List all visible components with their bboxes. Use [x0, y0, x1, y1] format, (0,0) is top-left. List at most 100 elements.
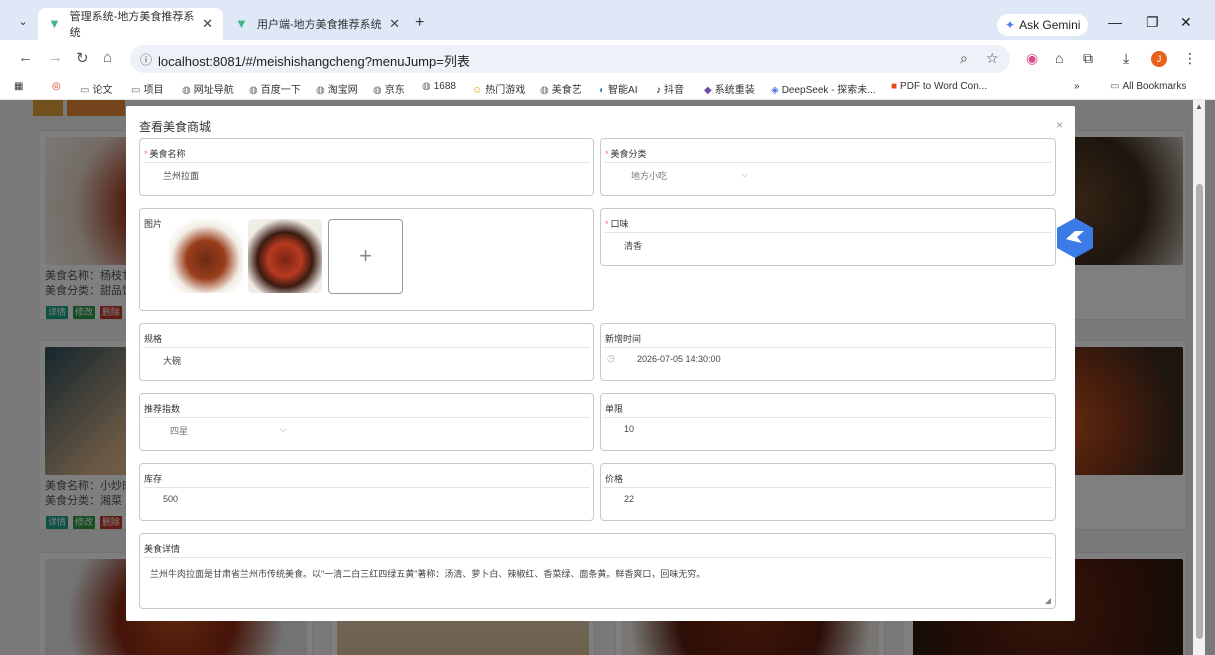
bookmark-item[interactable]: ◍ 1688 [422, 81, 456, 92]
chevron-down-icon[interactable]: ⌵ [280, 424, 287, 435]
menu-icon[interactable]: ⋮ [1183, 50, 1197, 67]
system-icon: ◆ [704, 85, 712, 96]
required-mark: * [144, 149, 148, 159]
bookmark-item[interactable]: ☺ 热门游戏 [472, 81, 525, 96]
added-time-input[interactable]: 2026-07-05 14:30:00 [637, 354, 721, 364]
food-category-field: * 美食分类 地方小吃 ⌵ [600, 138, 1056, 196]
bookmark-item[interactable]: ▭ 论文 [80, 81, 112, 96]
field-divider [604, 162, 1052, 163]
globe-icon: ◍ [182, 85, 191, 96]
food-thumbnail[interactable] [248, 219, 322, 293]
profile-avatar[interactable]: J [1151, 51, 1167, 67]
resize-handle-icon[interactable]: ◢ [1045, 596, 1051, 605]
bookmark-item[interactable]: ◍ 百度一下 [249, 81, 301, 96]
field-divider [143, 557, 1052, 558]
food-thumbnail[interactable] [169, 219, 243, 293]
pdf-icon: ■ [891, 81, 898, 92]
bookmark-label: 论文 [92, 85, 113, 96]
food-detail-field: 美食详情 兰州牛肉拉面是甘肃省兰州市传统美食。以"一清二白三红四绿五黄"著称：汤… [139, 533, 1056, 609]
upload-add-icon[interactable]: + [328, 219, 403, 294]
taste-field: * 口味 清香 [600, 208, 1056, 266]
bookmark-item[interactable]: ▭ 项目 [131, 81, 163, 96]
gemini-icon: ✦ [1005, 18, 1016, 32]
url-text[interactable]: localhost:8081/#/meishishangcheng?menuJu… [158, 51, 470, 70]
extension-icon[interactable]: ◉ [1026, 50, 1038, 67]
spec-input[interactable]: 大碗 [163, 354, 181, 367]
scroll-up-arrow[interactable]: ▲ [1195, 102, 1203, 111]
field-label: 美食详情 [144, 544, 181, 554]
bookmark-label: 系统重装 [714, 85, 755, 96]
bookmark-item[interactable]: ◈ DeepSeek - 探索未... [771, 81, 876, 96]
food-name-field: * 美食名称 兰州拉面 [139, 138, 594, 196]
field-label: * 口味 [605, 217, 629, 230]
limit-input[interactable]: 10 [624, 424, 634, 434]
field-label: 库存 [144, 474, 163, 484]
game-icon: ☺ [472, 85, 483, 96]
window-close-button[interactable]: ✕ [1180, 14, 1192, 31]
field-label: 单限 [605, 404, 624, 414]
clock-icon: ◷ [607, 353, 615, 363]
floating-assistant-icon[interactable] [1055, 217, 1095, 259]
taste-input[interactable]: 清香 [624, 239, 642, 252]
weibo-icon[interactable]: ◎ [52, 81, 61, 92]
minimize-button[interactable]: — [1108, 14, 1122, 30]
globe-icon: ◍ [316, 85, 325, 96]
bookmark-item[interactable]: ◆ 系统重装 [704, 81, 755, 96]
dialog-close-button[interactable]: × [1056, 118, 1063, 132]
extensions-puzzle-icon[interactable]: ⧉ [1083, 50, 1093, 67]
bookmark-item[interactable]: ◍ 京东 [373, 81, 405, 96]
field-divider [143, 417, 590, 418]
bookmark-item[interactable]: ◍ 网址导航 [182, 81, 234, 96]
download-icon[interactable]: ⤓ [1123, 50, 1129, 67]
apps-icon[interactable]: ▦ [14, 81, 23, 92]
ask-gemini-label: Ask Gemini [1019, 18, 1081, 32]
bookmark-item[interactable]: ♪ 抖音 [656, 81, 684, 96]
stock-input[interactable]: 500 [163, 494, 178, 504]
tab-title: 用户端-地方美食推荐系统 [257, 19, 382, 31]
vue-icon: ▼ [48, 16, 61, 31]
extension-icon[interactable]: ⌂ [1055, 50, 1063, 66]
bookmark-star-icon[interactable]: ☆ [986, 50, 999, 67]
bookmark-label: 智能AI [608, 85, 638, 96]
bookmark-item[interactable]: ◍ 美食艺 [540, 81, 582, 96]
ai-icon: ◐ [599, 85, 606, 96]
bookmark-item[interactable]: ◍ 淘宝网 [316, 81, 358, 96]
bookmark-item[interactable]: ◐ 智能AI [599, 81, 638, 96]
price-input[interactable]: 22 [624, 494, 634, 504]
tab-search-button[interactable]: ⌄ [12, 12, 34, 32]
field-label: * 美食名称 [144, 147, 186, 160]
food-category-select[interactable]: 地方小吃 [631, 169, 667, 182]
food-name-input[interactable]: 兰州拉面 [163, 169, 199, 182]
bookmarks-overflow[interactable]: » [1074, 81, 1080, 92]
field-divider [143, 162, 590, 163]
ask-gemini-button[interactable]: ✦ Ask Gemini [997, 14, 1089, 36]
tab-admin[interactable]: ▼ 管理系统-地方美食推荐系统 ✕ [38, 8, 223, 40]
stock-field: 库存 500 [139, 463, 594, 521]
globe-icon: ◍ [373, 85, 382, 96]
zoom-icon[interactable]: ⌕ [960, 50, 968, 67]
folder-icon: ▭ [131, 85, 141, 96]
back-icon[interactable]: ← [18, 49, 33, 66]
food-detail-textarea[interactable]: 兰州牛肉拉面是甘肃省兰州市传统美食。以"一清二白三红四绿五黄"著称：汤清、萝卜白… [150, 567, 705, 580]
field-divider [143, 487, 590, 488]
scrollbar-thumb[interactable] [1196, 184, 1203, 639]
bookmark-item[interactable]: ■ PDF to Word Con... [891, 81, 987, 92]
close-icon[interactable]: ✕ [202, 16, 213, 32]
browser-tabbar: ⌄ ▼ 管理系统-地方美食推荐系统 ✕ ▼ 用户端-地方美食推荐系统 ✕ + ✦… [0, 0, 1215, 40]
site-info-icon[interactable]: ⓘ [140, 51, 152, 68]
field-divider [604, 417, 1052, 418]
new-tab-button[interactable]: + [415, 14, 424, 32]
close-icon[interactable]: ✕ [389, 16, 400, 32]
bookmark-label: 淘宝网 [327, 85, 358, 96]
home-icon[interactable]: ⌂ [103, 49, 112, 66]
image-field: 图片 + [139, 208, 594, 311]
globe-icon: ◍ [422, 81, 431, 92]
forward-icon[interactable]: → [48, 49, 63, 66]
all-bookmarks[interactable]: ▭ All Bookmarks [1110, 81, 1186, 92]
restore-button[interactable]: ❐ [1146, 14, 1159, 31]
address-bar[interactable]: ⓘ localhost:8081/#/meishishangcheng?menu… [130, 45, 1010, 73]
chevron-down-icon[interactable]: ⌵ [741, 169, 748, 180]
tab-user[interactable]: ▼ 用户端-地方美食推荐系统 ✕ [225, 8, 410, 40]
rating-select[interactable]: 四星 [170, 424, 188, 437]
reload-icon[interactable]: ↻ [76, 49, 89, 67]
